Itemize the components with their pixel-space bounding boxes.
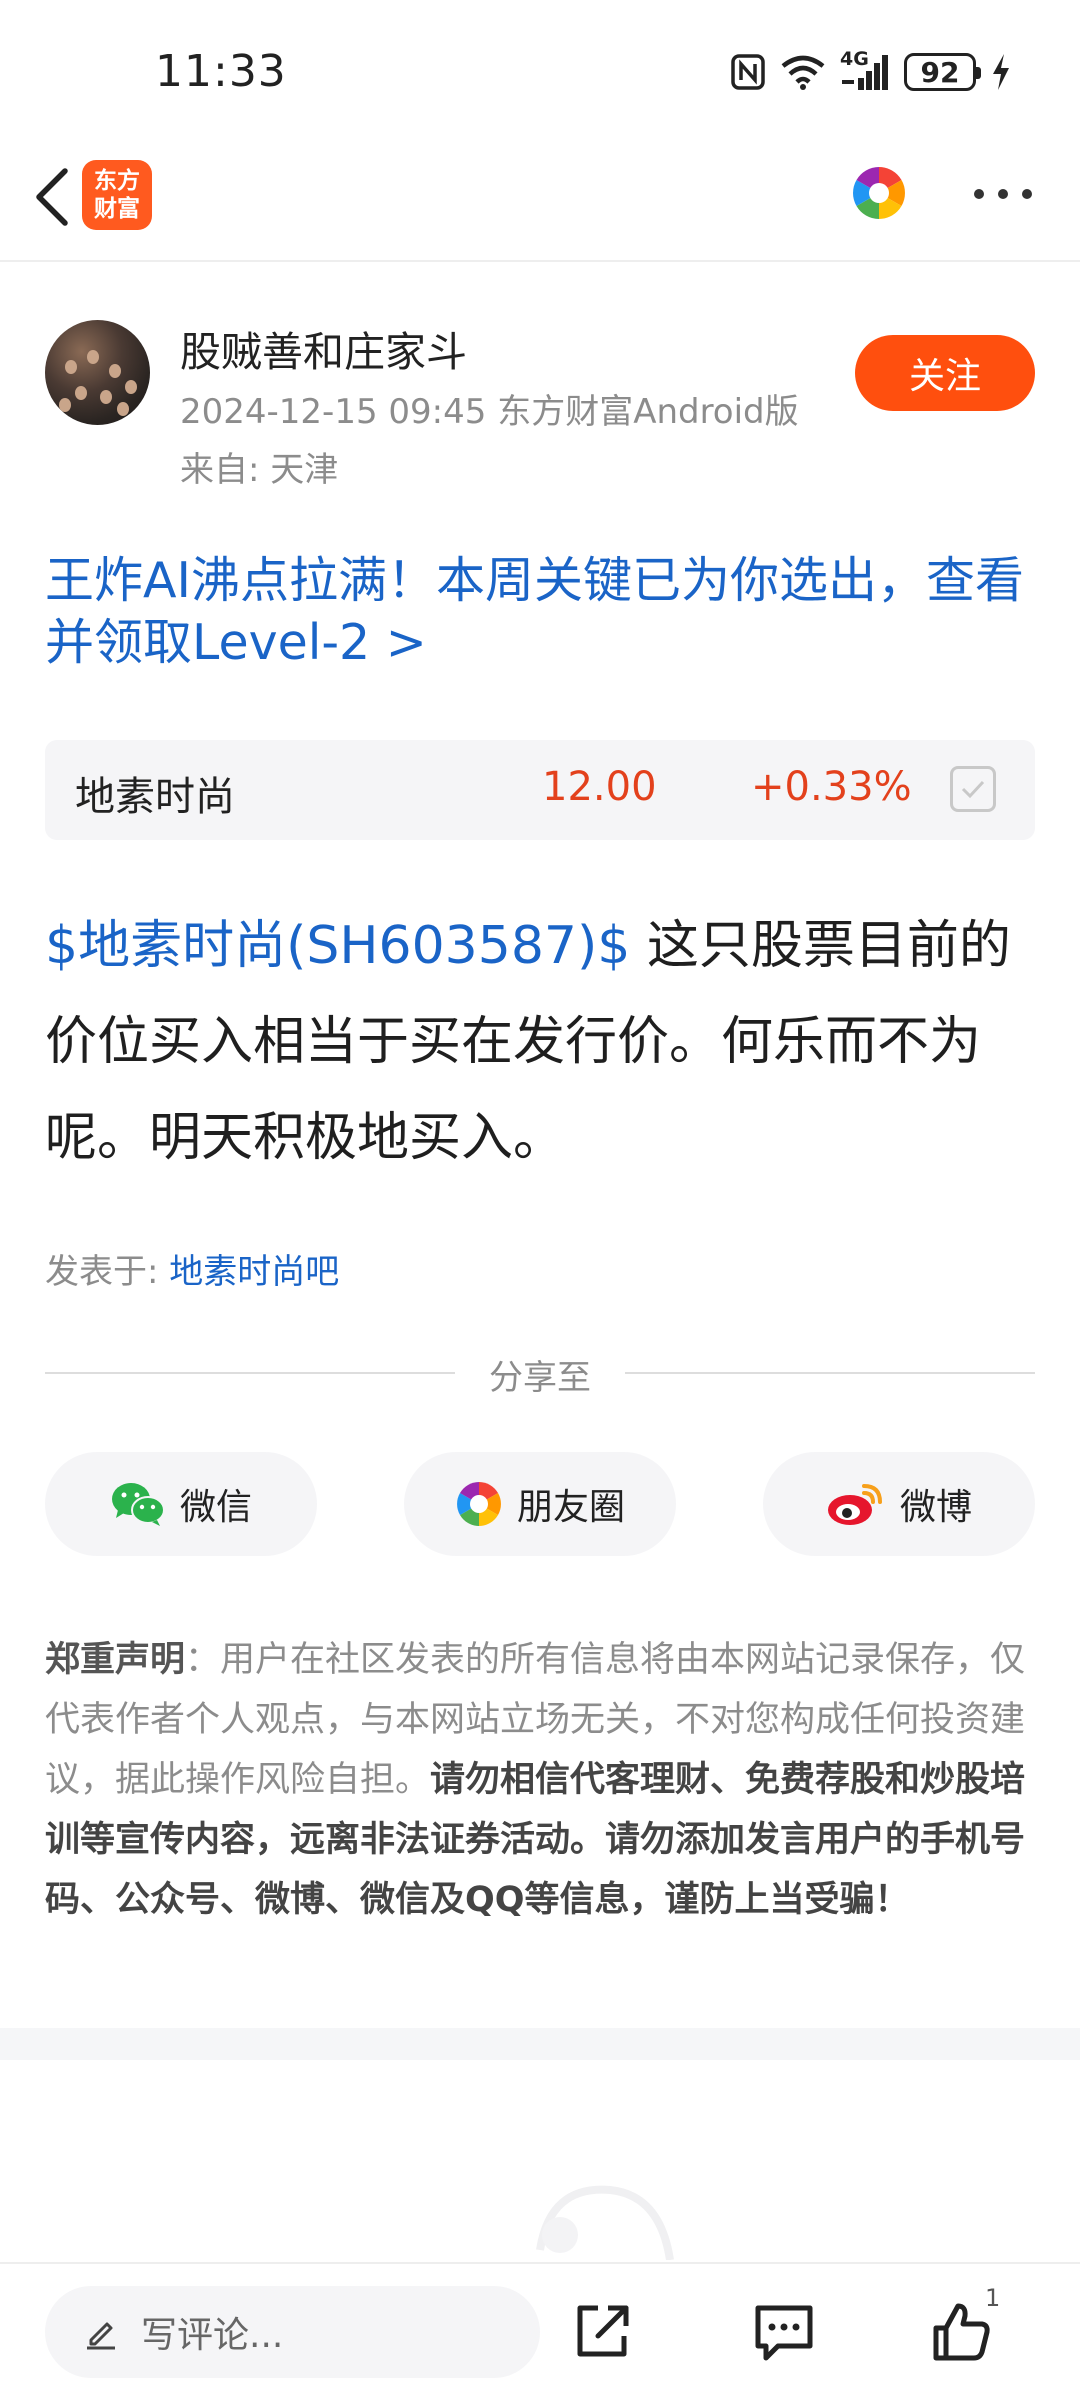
bottom-bar: 写评论... 1 [0, 2262, 1080, 2400]
follow-button[interactable]: 关注 [855, 335, 1035, 411]
weibo-icon [827, 1484, 882, 1525]
status-icons: 4G 92 [730, 48, 1012, 94]
charging-icon [993, 54, 1009, 90]
disclaimer-lead: 郑重声明 [45, 1640, 186, 1680]
top-nav-bar: 东方 财富 [0, 140, 1080, 262]
author-name[interactable]: 股贼善和庄家斗 [180, 318, 467, 378]
share-moments-button[interactable]: 朋友圈 [404, 1452, 676, 1556]
section-divider [0, 2028, 1080, 2060]
stock-price: 12.00 [542, 764, 657, 810]
comment-input[interactable]: 写评论... [45, 2286, 540, 2378]
posted-in: 发表于: 地素时尚吧 [45, 1244, 339, 1293]
promo-link[interactable]: 王炸AI沸点拉满！本周关键已为你选出，查看并领取Level-2 > [45, 550, 1045, 674]
stock-bar-link[interactable]: 地素时尚吧 [169, 1252, 339, 1292]
wifi-icon [781, 55, 825, 90]
back-arrow-icon [36, 168, 68, 226]
share-divider: 分享至 [45, 1350, 1035, 1398]
disclaimer-colon: ： [185, 1640, 221, 1680]
like-count: 1 [985, 2284, 1001, 2312]
battery-level: 92 [920, 55, 960, 89]
comment-placeholder: 写评论... [141, 2315, 284, 2356]
check-icon [961, 780, 985, 799]
wechat-icon [111, 1483, 165, 1526]
comment-icon[interactable] [752, 2300, 816, 2364]
moments-icon [457, 1482, 501, 1526]
post-meta: 2024-12-15 09:45 东方财富Android版 [180, 392, 799, 432]
share-title: 分享至 [489, 1358, 591, 1398]
more-dots-icon [974, 189, 984, 199]
logo-line2: 财富 [94, 196, 140, 222]
status-time: 11:33 [155, 46, 287, 97]
stock-mention-link[interactable]: $地素时尚(SH603587)$ [45, 916, 630, 976]
more-options-button[interactable] [974, 176, 1032, 212]
disclaimer: 郑重声明：用户在社区发表的所有信息将由本网站记录保存，仅代表作者个人观点，与本网… [45, 1630, 1040, 1930]
nfc-icon [731, 54, 765, 90]
status-bar: 11:33 4G 92 [0, 0, 1080, 140]
loading-illustration [536, 2185, 674, 2260]
stock-change: +0.33% [751, 764, 912, 810]
share-wechat-button[interactable]: 微信 [45, 1452, 317, 1556]
share-weibo-label: 微博 [899, 1487, 972, 1528]
share-moments-label: 朋友圈 [516, 1487, 625, 1528]
battery-icon: 92 [904, 53, 981, 91]
logo-line1: 东方 [94, 168, 140, 194]
share-weibo-button[interactable]: 微博 [763, 1452, 1035, 1556]
avatar[interactable] [45, 320, 150, 425]
pinwheel-icon[interactable] [850, 164, 908, 222]
add-watchlist-checkbox[interactable] [950, 766, 996, 812]
posted-in-label: 发表于: [45, 1252, 170, 1292]
share-wechat-label: 微信 [179, 1487, 252, 1528]
stock-name: 地素时尚 [75, 774, 235, 820]
author-location: 来自: 天津 [180, 450, 339, 490]
share-icon[interactable] [570, 2300, 634, 2364]
stock-card[interactable]: 地素时尚 12.00 +0.33% [45, 740, 1035, 840]
app-logo[interactable]: 东方 财富 [82, 160, 152, 230]
pencil-icon [87, 2322, 115, 2350]
signal-icon: 4G [840, 48, 890, 92]
post-body: $地素时尚(SH603587)$ 这只股票目前的价位买入相当于买在发行价。何乐而… [45, 898, 1045, 1186]
back-button[interactable] [18, 162, 88, 232]
